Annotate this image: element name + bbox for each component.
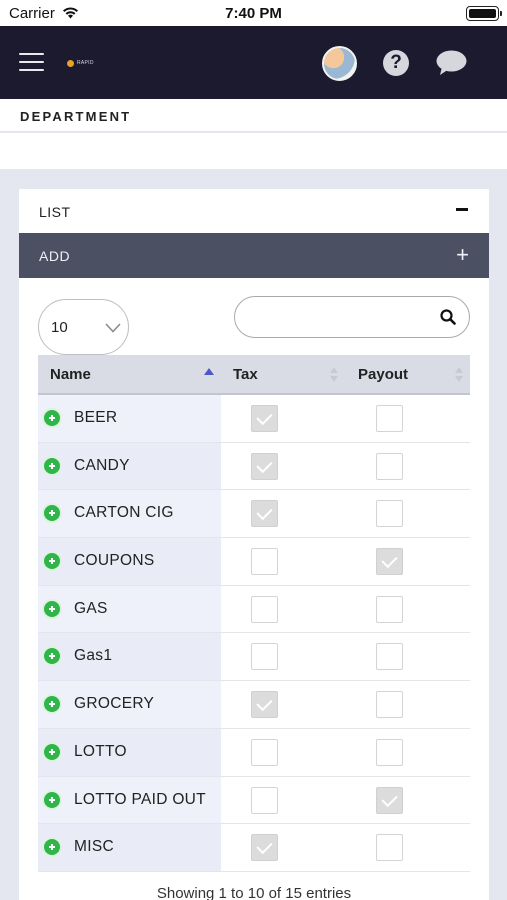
app-header: RAPID ? xyxy=(0,26,507,99)
page-length-value: 10 xyxy=(51,319,68,336)
search-input[interactable] xyxy=(247,305,433,329)
payout-checkbox[interactable] xyxy=(376,834,403,862)
payout-checkbox[interactable] xyxy=(376,738,403,766)
expand-row-icon[interactable] xyxy=(42,694,62,715)
help-icon[interactable]: ? xyxy=(383,50,409,76)
page-length-select[interactable]: 10 xyxy=(38,299,129,355)
table-info: Showing 1 to 10 of 15 entries xyxy=(156,885,352,900)
expand-row-icon[interactable] xyxy=(42,837,62,858)
expand-row-icon[interactable] xyxy=(42,598,62,619)
sort-icon[interactable] xyxy=(330,367,338,385)
table-row[interactable]: COUPONS xyxy=(38,538,470,586)
column-header-name[interactable]: Name xyxy=(50,366,91,383)
expand-row-icon[interactable] xyxy=(42,455,62,476)
expand-row-icon[interactable] xyxy=(42,408,62,428)
user-avatar[interactable] xyxy=(322,46,357,81)
table-body: BEER CANDY CARTON CIG COUPONS GAS Gas1 GROCERY… xyxy=(38,395,470,872)
table-row[interactable]: CANDY xyxy=(38,442,470,491)
department-name: GROCERY xyxy=(74,695,155,713)
clock: 7:40 PM xyxy=(225,5,282,22)
logo-mark-icon xyxy=(67,59,74,67)
expand-plus-icon[interactable]: + xyxy=(456,244,469,266)
chat-bubble-icon[interactable] xyxy=(436,50,467,76)
tax-checkbox[interactable] xyxy=(251,786,278,814)
table-row[interactable]: Gas1 xyxy=(38,633,470,682)
department-name: LOTTO xyxy=(74,742,127,760)
name-cell: BEER xyxy=(38,395,221,442)
search-icon[interactable] xyxy=(440,309,456,325)
department-name: CANDY xyxy=(74,456,130,474)
logo-text: RAPID xyxy=(77,60,94,66)
payout-checkbox[interactable] xyxy=(376,786,403,814)
department-name: GAS xyxy=(74,599,108,617)
collapse-minus-icon[interactable] xyxy=(456,208,468,211)
department-table: Name Tax Payout BEER CANDY CARTON CIG COUPO… xyxy=(38,355,470,872)
table-row[interactable]: CARTON CIG xyxy=(38,490,470,539)
table-row[interactable]: MISC xyxy=(38,824,470,872)
table-row[interactable]: GAS xyxy=(38,585,470,634)
payout-checkbox[interactable] xyxy=(376,405,403,432)
name-cell: COUPONS xyxy=(38,538,221,585)
department-name: COUPONS xyxy=(74,552,155,570)
department-name: MISC xyxy=(74,838,114,856)
payout-checkbox[interactable] xyxy=(376,500,403,528)
list-label: LIST xyxy=(39,204,71,220)
department-name: Gas1 xyxy=(74,647,113,665)
tax-checkbox[interactable] xyxy=(251,643,278,671)
status-bar: Carrier 7:40 PM xyxy=(0,0,507,26)
page-title: DEPARTMENT xyxy=(20,109,132,124)
name-cell: MISC xyxy=(38,824,221,871)
payout-checkbox[interactable] xyxy=(376,691,403,719)
table-row[interactable]: LOTTO xyxy=(38,728,470,777)
table-row[interactable]: GROCERY xyxy=(38,681,470,729)
spacer xyxy=(0,133,507,169)
tax-checkbox[interactable] xyxy=(251,405,278,432)
tax-checkbox[interactable] xyxy=(251,452,278,480)
add-label: ADD xyxy=(39,248,71,264)
sort-ascending-icon[interactable] xyxy=(204,368,214,375)
table-header: Name Tax Payout xyxy=(38,355,470,395)
page-title-bar: DEPARTMENT xyxy=(0,99,507,132)
name-cell: GROCERY xyxy=(38,681,221,728)
list-section-header[interactable]: LIST xyxy=(19,189,489,233)
hamburger-menu-icon[interactable] xyxy=(19,52,44,72)
name-cell: LOTTO xyxy=(38,728,221,776)
expand-row-icon[interactable] xyxy=(42,503,62,524)
tax-checkbox[interactable] xyxy=(251,500,278,528)
department-name: LOTTO PAID OUT xyxy=(74,790,206,808)
tax-checkbox[interactable] xyxy=(251,738,278,766)
sort-icon[interactable] xyxy=(455,367,463,385)
payout-checkbox[interactable] xyxy=(376,548,403,576)
payout-checkbox[interactable] xyxy=(376,595,403,623)
department-panel: LIST ADD + 10 Name Tax Payout BEER CANDY C… xyxy=(19,189,489,900)
column-header-payout[interactable]: Payout xyxy=(358,366,408,383)
name-cell: CARTON CIG xyxy=(38,490,221,538)
add-section-header[interactable]: ADD + xyxy=(19,233,489,278)
name-cell: Gas1 xyxy=(38,633,221,681)
battery-icon xyxy=(466,6,502,21)
chevron-down-icon xyxy=(105,323,121,333)
tax-checkbox[interactable] xyxy=(251,834,278,862)
brand-logo: RAPID xyxy=(67,59,94,67)
tax-checkbox[interactable] xyxy=(251,595,278,623)
tax-checkbox[interactable] xyxy=(251,548,278,576)
expand-row-icon[interactable] xyxy=(42,741,62,762)
table-row[interactable]: LOTTO PAID OUT xyxy=(38,776,470,825)
expand-row-icon[interactable] xyxy=(42,646,62,667)
expand-row-icon[interactable] xyxy=(42,789,62,810)
tax-checkbox[interactable] xyxy=(251,691,278,719)
column-header-tax[interactable]: Tax xyxy=(233,366,258,383)
department-name: CARTON CIG xyxy=(74,504,174,522)
name-cell: GAS xyxy=(38,585,221,633)
expand-row-icon[interactable] xyxy=(42,551,62,572)
table-row[interactable]: BEER xyxy=(38,395,470,443)
name-cell: LOTTO PAID OUT xyxy=(38,776,221,824)
payout-checkbox[interactable] xyxy=(376,452,403,480)
search-box[interactable] xyxy=(234,296,470,338)
department-name: BEER xyxy=(74,409,118,426)
name-cell: CANDY xyxy=(38,442,221,490)
payout-checkbox[interactable] xyxy=(376,643,403,671)
